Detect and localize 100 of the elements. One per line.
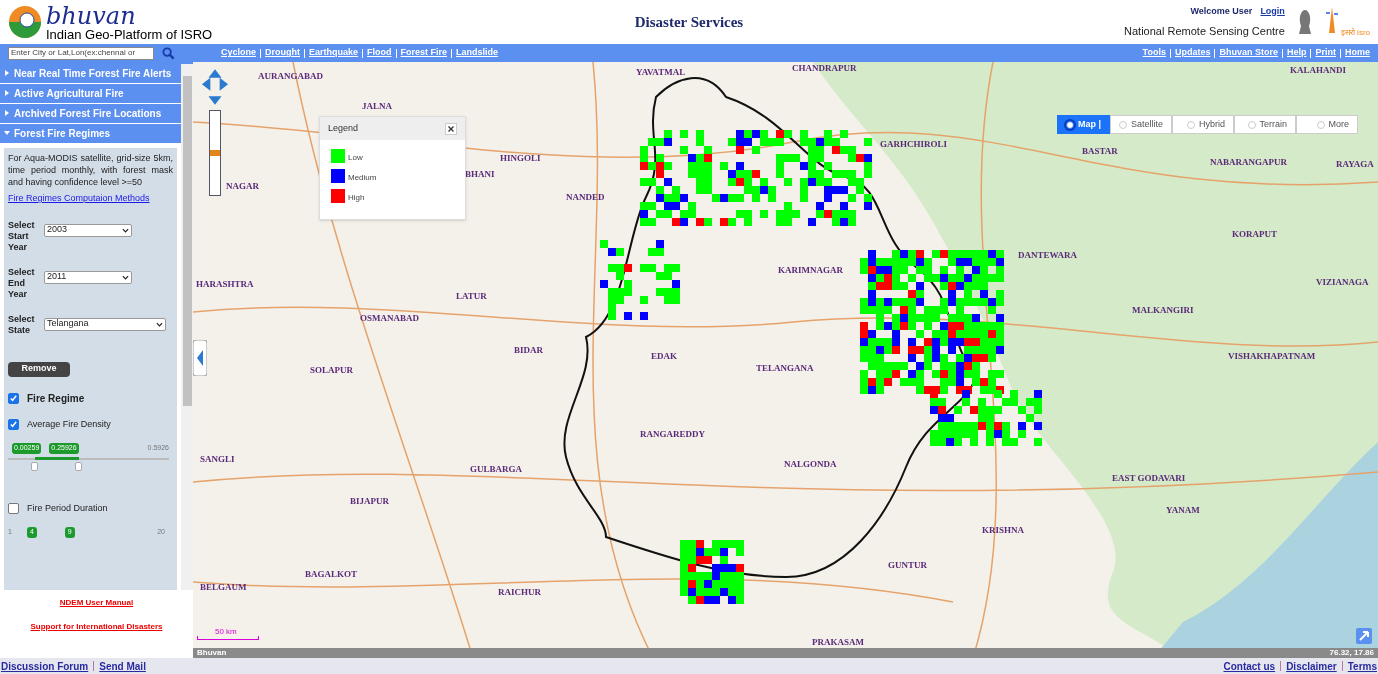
caret-down-icon (4, 130, 10, 136)
legend-label: Low (348, 152, 363, 164)
place-label: VIZIANAGA (1316, 276, 1369, 289)
map-source-label: Bhuvan (197, 647, 227, 658)
chevron-down-icon (122, 274, 129, 280)
place-label: DANTEWARA (1018, 249, 1077, 262)
checkbox-label: Fire Regime (27, 391, 85, 406)
map-type-button[interactable]: Terrain (1234, 115, 1297, 134)
accordion-header[interactable]: Archived Forest Fire Locations (0, 104, 181, 124)
accordion-header[interactable]: Active Agricultural Fire (0, 84, 181, 104)
accordion-header[interactable]: Forest Fire Regimes (0, 124, 181, 144)
search-icon[interactable] (162, 46, 175, 60)
checkbox-label: Fire Period Duration (27, 501, 108, 515)
remove-button[interactable]: Remove (8, 361, 70, 377)
slider-range-fill (35, 456, 79, 460)
page-title: Disaster Services (634, 12, 744, 32)
slider-thumb[interactable] (74, 461, 82, 471)
coordinates-readout: 76.32, 17.86 (1329, 647, 1374, 658)
map-type-button[interactable]: More (1296, 115, 1359, 134)
footer-link[interactable]: Contact us (1223, 658, 1276, 674)
close-icon[interactable] (445, 122, 457, 135)
manual-link[interactable]: NDEM User Manual (59, 597, 134, 609)
scrollbar[interactable] (181, 64, 193, 590)
place-label: TELANGANA (756, 362, 814, 375)
login-link[interactable]: Login (1260, 5, 1285, 19)
chevron-down-icon (156, 321, 163, 327)
scale-bar (197, 636, 259, 640)
zoom-slider[interactable] (209, 110, 221, 196)
description-text: For Aqua-MODIS satellite, grid-size 5km, time period monthly, with forest mask and having confidence level >=50 (8, 152, 173, 188)
caret-right-icon (4, 110, 10, 116)
scale-label: 50 km (214, 628, 238, 636)
nav-link[interactable]: Drought (265, 46, 300, 60)
place-label: RANGAREDDY (640, 428, 705, 441)
place-label: GUNTUR (888, 559, 927, 572)
nav-link[interactable]: Cyclone (221, 46, 256, 60)
map-type-button[interactable]: Map | (1057, 115, 1111, 134)
expand-arrow-icon[interactable] (1356, 628, 1372, 644)
organization-name: National Remote Sensing Centre (1124, 23, 1285, 39)
nav-link[interactable]: Landslide (456, 46, 499, 60)
caret-right-icon (4, 90, 10, 96)
nav-link[interactable]: Flood (367, 46, 392, 60)
legend-label: Medium (348, 172, 377, 184)
place-label: EDAK (651, 350, 677, 363)
checkbox[interactable] (8, 418, 19, 430)
pan-control-icon[interactable] (201, 68, 229, 106)
place-label: BASTAR (1082, 145, 1118, 158)
toolbar-link[interactable]: Help (1286, 46, 1307, 60)
place-label: MALKANGIRI (1132, 304, 1194, 317)
dropdown[interactable]: 2003 (44, 223, 132, 237)
place-label: JALNA (362, 100, 392, 113)
dropdown[interactable]: 2011 (44, 270, 132, 284)
place-label: KARIMNAGAR (778, 264, 843, 277)
chevron-down-icon (122, 227, 129, 233)
footer-link[interactable]: Disclaimer (1286, 658, 1337, 674)
place-label: YAVATMAL (636, 66, 686, 79)
map-type-button[interactable]: Hybrid (1172, 115, 1235, 134)
map-type-button[interactable]: Satellite (1110, 115, 1173, 134)
collapse-panel-icon[interactable] (193, 340, 207, 376)
legend-label: High (348, 192, 365, 204)
toolbar-link[interactable]: Bhuvan Store (1219, 46, 1278, 60)
welcome-text: Welcome User (1190, 5, 1253, 18)
place-label: BIDAR (514, 344, 543, 357)
place-label: BAGALKOT (305, 568, 357, 581)
search-field[interactable]: Enter City or Lat,Lon(ex:chennai or (8, 46, 154, 60)
place-label: NAGAR (226, 180, 259, 193)
place-label: HARASHTRA (196, 278, 254, 291)
place-label: PRAKASAM (812, 636, 864, 649)
place-label: SANGLI (200, 453, 235, 466)
checkbox[interactable] (8, 502, 19, 514)
globe-logo-icon (8, 5, 42, 39)
toolbar-link[interactable]: Updates (1174, 46, 1211, 60)
footer-link[interactable]: Terms (1347, 658, 1377, 674)
footer-link[interactable]: Send Mail (99, 658, 146, 674)
place-label: YANAM (1166, 504, 1200, 517)
slider-thumb[interactable] (31, 461, 39, 471)
place-label: OSMANABAD (360, 312, 419, 325)
place-label: GULBARGA (470, 463, 522, 476)
nav-link[interactable]: Forest Fire (400, 46, 448, 60)
isro-logo-text: इसरो isro (1340, 27, 1370, 39)
brand-logo-text: bhuvan (46, 3, 137, 28)
dropdown[interactable]: Telangana (44, 317, 166, 331)
place-label: RAYAGA (1336, 158, 1374, 171)
place-label: NANDED (566, 191, 605, 204)
place-label: HINGOLI (500, 152, 541, 165)
place-label: KALAHANDI (1290, 64, 1346, 77)
subtitle: Indian Geo-Platform of ISRO (46, 27, 213, 41)
place-label: NABARANGAPUR (1210, 156, 1287, 169)
nav-link[interactable]: Earthquake (309, 46, 359, 60)
toolbar-link[interactable]: Tools (1142, 46, 1166, 60)
checkbox[interactable] (8, 392, 19, 404)
place-label: EAST GODAVARI (1112, 472, 1186, 485)
toolbar-link[interactable]: Home (1345, 46, 1370, 60)
toolbar-link[interactable]: Print (1315, 46, 1336, 60)
accordion-header[interactable]: Near Real Time Forest Fire Alerts (0, 64, 181, 84)
manual-link[interactable]: Support for International Disasters (30, 621, 163, 633)
place-label: NALGONDA (784, 458, 837, 471)
footer-link[interactable]: Discussion Forum (1, 658, 89, 674)
place-label: GARHCHIROLI (880, 138, 947, 151)
methods-link[interactable]: Fire Regimes Computaion Methods (8, 192, 173, 206)
place-label: KRISHNA (982, 524, 1024, 537)
